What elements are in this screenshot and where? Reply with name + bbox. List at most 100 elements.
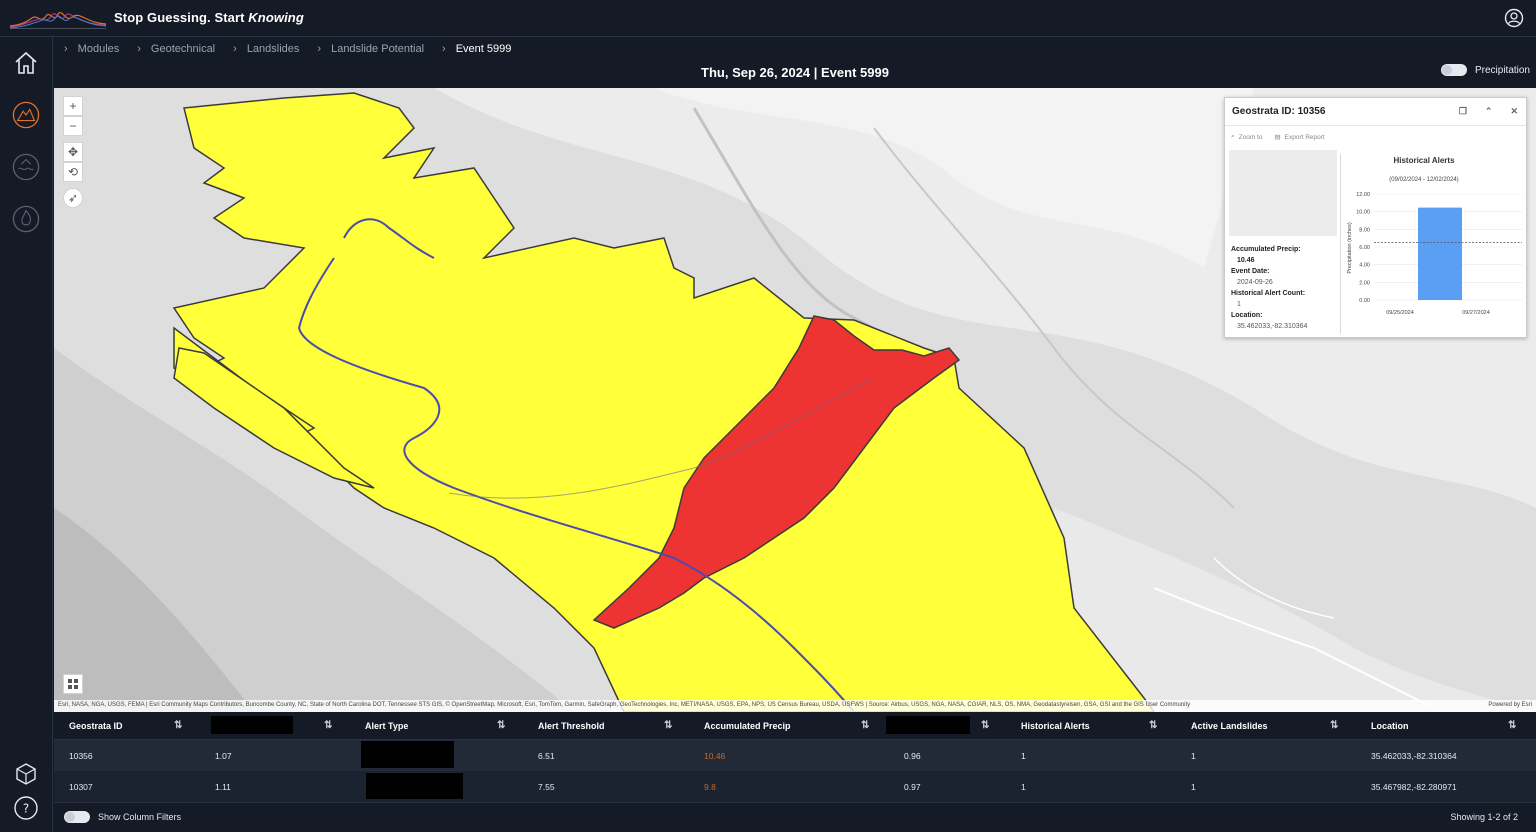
sort-icon[interactable]: ⇅ <box>1508 720 1516 731</box>
collapse-icon[interactable]: ⌃ <box>1485 106 1493 117</box>
sort-icon[interactable]: ⇅ <box>981 720 989 731</box>
chart-x-tick-label: 09/25/2024 <box>1386 310 1414 316</box>
breadcrumb-event: Event 5999 <box>455 43 512 55</box>
table-header: Geostrata ID ⇅ ⇅ Alert Type ⇅ Alert Thre… <box>54 712 1536 740</box>
user-account-icon[interactable] <box>1504 8 1524 28</box>
cell-location: 35.467982,-82.280971 <box>1371 781 1457 792</box>
sort-icon[interactable]: ⇅ <box>1149 720 1157 731</box>
map-controls: + − ✥ ⟲ ➶ <box>63 96 83 208</box>
historical-alerts-chart: Historical Alerts (09/02/2024 - 12/02/20… <box>1347 156 1522 316</box>
cell-accumulated-precip: 9.8 <box>704 781 716 792</box>
chart-y-tick-label: 10.00 <box>1356 210 1370 216</box>
redacted-header <box>211 716 293 734</box>
image-placeholder <box>1229 150 1337 236</box>
column-filters-toggle[interactable]: Show Column Filters <box>64 811 181 823</box>
flood-module-button[interactable] <box>12 153 40 181</box>
chart-x-ticks: 09/25/2024 09/27/2024 <box>1386 310 1490 316</box>
zoom-in-button[interactable]: + <box>63 96 83 116</box>
zoom-out-button[interactable]: − <box>63 116 83 136</box>
chart-x-tick-label: 09/27/2024 <box>1462 310 1490 316</box>
redacted-cell <box>366 773 463 799</box>
zoom-to-label: Zoom to <box>1238 133 1263 141</box>
popup-title: Geostrata ID: 10356 <box>1232 106 1326 117</box>
chevron-right-icon: › <box>442 43 446 55</box>
cell-value: 0.97 <box>904 781 921 792</box>
export-module-button[interactable] <box>12 760 40 788</box>
landslide-module-button[interactable] <box>12 101 40 129</box>
redacted-cell <box>361 741 454 768</box>
sort-icon[interactable]: ⇅ <box>174 720 182 731</box>
header-label: Accumulated Precip <box>704 720 791 731</box>
toggle-switch[interactable] <box>1440 64 1467 76</box>
geostrata-popup: Geostrata ID: 10356 ❐ ⌃ ✕ ⌕ Zoom to ▤ Expo… <box>1224 97 1527 338</box>
table-row[interactable]: 10307 1.11 7.55 9.8 0.97 1 1 35.467982,-… <box>54 771 1536 802</box>
wildfire-icon <box>12 205 40 233</box>
popup-divider <box>1340 154 1341 334</box>
powered-by-esri[interactable]: Powered by Esri <box>1488 702 1532 708</box>
home-button[interactable] <box>12 49 40 77</box>
help-button[interactable]: ? <box>12 794 40 822</box>
chart-y-tick-label: 2.00 <box>1359 280 1370 286</box>
chart-title: Historical Alerts <box>1393 156 1455 165</box>
rotate-button[interactable]: ⟲ <box>63 162 83 182</box>
header-label: Geostrata ID <box>69 720 123 731</box>
accum-precip-value: 10.46 <box>1237 257 1255 264</box>
chart-y-tick-label: 6.00 <box>1359 245 1370 251</box>
chart-y-tick-label: 8.00 <box>1359 227 1370 233</box>
zoom-icon: ⌕ <box>1231 133 1235 140</box>
page-title: Thu, Sep 26, 2024 | Event 5999 <box>701 65 889 80</box>
header-label: Active Landslides <box>1191 720 1268 731</box>
sort-icon[interactable]: ⇅ <box>1330 720 1338 731</box>
cell-location: 35.462033,-82.310364 <box>1371 750 1457 761</box>
sort-icon[interactable]: ⇅ <box>861 720 869 731</box>
compass-button[interactable]: ➶ <box>63 188 83 208</box>
chart-y-tick-label: 4.00 <box>1359 263 1370 269</box>
event-date-label: Event Date: <box>1231 268 1270 275</box>
export-report-label: Export Report <box>1284 133 1325 141</box>
cell-geostrata-id: 10307 <box>69 781 93 792</box>
cell-geostrata-id: 10356 <box>69 750 93 761</box>
wildfire-module-button[interactable] <box>12 205 40 233</box>
zoom-to-button[interactable]: ⌕ Zoom to <box>1231 133 1262 141</box>
toggle-switch[interactable] <box>64 811 90 823</box>
chevron-right-icon: › <box>233 43 237 55</box>
popup-actions: ⌕ Zoom to ▤ Export Report <box>1225 126 1526 148</box>
sort-icon[interactable]: ⇅ <box>664 720 672 731</box>
popup-header: Geostrata ID: 10356 ❐ ⌃ ✕ <box>1225 98 1526 126</box>
help-icon: ? <box>14 796 38 820</box>
chart-y-tick-label: 0.00 <box>1359 298 1370 304</box>
header-label: Alert Type <box>365 720 409 731</box>
breadcrumb-landslides[interactable]: Landslides <box>247 43 300 55</box>
location-label: Location: <box>1231 312 1263 319</box>
move-icon: ✥ <box>67 145 79 159</box>
cell-historical-alerts: 1 <box>1021 750 1026 761</box>
breadcrumb-geotechnical[interactable]: Geotechnical <box>151 43 215 55</box>
sort-icon[interactable]: ⇅ <box>497 720 505 731</box>
table-row[interactable]: 10356 1.07 6.51 10.46 0.96 1 1 35.462033… <box>54 740 1536 771</box>
breadcrumb-landslide-potential[interactable]: Landslide Potential <box>331 43 424 55</box>
rotate-icon: ⟲ <box>67 165 79 179</box>
accum-precip-label: Accumulated Precip: <box>1231 246 1301 253</box>
chart-bar[interactable] <box>1418 207 1462 300</box>
chevron-right-icon: › <box>137 43 141 55</box>
popup-attributes: Accumulated Precip: 10.46 Event Date: 20… <box>1231 244 1307 332</box>
export-report-button[interactable]: ▤ Export Report <box>1274 133 1325 142</box>
breadcrumb-modules[interactable]: Modules <box>78 43 120 55</box>
flood-icon <box>12 153 40 181</box>
map-attribution: Esri, NASA, NGA, USGS, FEMA | Esri Commu… <box>54 700 1536 712</box>
cell-alert-threshold: 7.55 <box>538 781 555 792</box>
landslide-icon <box>12 101 40 129</box>
logo-icon <box>10 12 106 29</box>
event-date-value: 2024-09-26 <box>1237 279 1273 286</box>
close-icon[interactable]: ✕ <box>1510 106 1518 117</box>
brand-title: Stop Guessing. Start Knowing <box>114 10 304 25</box>
sort-icon[interactable]: ⇅ <box>324 720 332 731</box>
header-label: Historical Alerts <box>1021 720 1090 731</box>
header-label: Location <box>1371 720 1409 731</box>
cell-value: 1.11 <box>215 781 231 792</box>
precipitation-toggle[interactable]: Precipitation <box>1440 64 1530 76</box>
dock-icon[interactable]: ❐ <box>1459 106 1467 117</box>
cell-value: 1.07 <box>215 750 232 761</box>
pan-button[interactable]: ✥ <box>63 142 83 162</box>
cell-accumulated-precip: 10.46 <box>704 750 726 761</box>
